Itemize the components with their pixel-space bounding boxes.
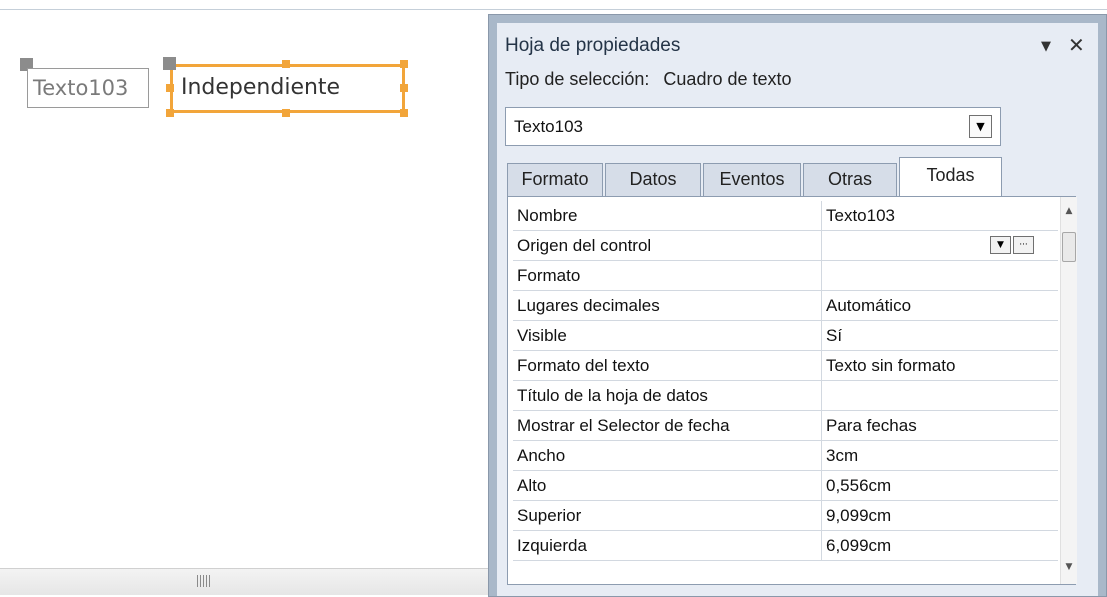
property-row[interactable]: Formato [513, 261, 1058, 291]
property-name[interactable]: Nombre [513, 201, 822, 230]
property-name[interactable]: Formato [513, 261, 822, 290]
property-row[interactable]: Origen del control ▼ ··· [513, 231, 1058, 261]
property-value[interactable]: 6,099cm [822, 531, 1058, 560]
resize-handle-middle-left[interactable] [166, 84, 174, 92]
resize-handle-bottom-left[interactable] [166, 109, 174, 117]
property-sheet-body: Hoja de propiedades ▼ ✕ Tipo de selecció… [497, 23, 1098, 596]
property-value[interactable]: 0,556cm [822, 471, 1058, 500]
object-selector-value: Texto103 [514, 117, 583, 136]
property-grid: Nombre Texto103 Origen del control ▼ ···… [513, 201, 1058, 581]
tab-otras[interactable]: Otras [803, 163, 897, 196]
textbox-move-handle[interactable] [163, 57, 176, 70]
scroll-up-arrow-icon[interactable]: ▲ [1061, 203, 1077, 219]
selection-type-value: Cuadro de texto [663, 69, 792, 89]
property-value[interactable]: 9,099cm [822, 501, 1058, 530]
property-value[interactable]: Para fechas [822, 411, 1058, 440]
selection-type-label: Tipo de selección: [505, 69, 650, 89]
property-row[interactable]: Visible Sí [513, 321, 1058, 351]
property-value[interactable]: Texto sin formato [822, 351, 1058, 380]
property-value[interactable] [822, 261, 1058, 290]
selection-type-line: Tipo de selección: Cuadro de texto [505, 69, 792, 90]
tab-todas[interactable]: Todas [899, 157, 1002, 197]
property-name[interactable]: Visible [513, 321, 822, 350]
resize-handle-bottom-middle[interactable] [282, 109, 290, 117]
object-selector-combo[interactable]: Texto103 ▼ [505, 107, 1001, 146]
dropdown-arrow-icon[interactable]: ▼ [990, 236, 1011, 254]
property-value[interactable] [822, 381, 1058, 410]
property-sheet-title: Hoja de propiedades [505, 35, 681, 56]
property-tabs: Formato Datos Eventos Otras Todas [507, 157, 1067, 197]
property-row[interactable]: Mostrar el Selector de fecha Para fechas [513, 411, 1058, 441]
property-name[interactable]: Título de la hoja de datos [513, 381, 822, 410]
property-name[interactable]: Ancho [513, 441, 822, 470]
scroll-down-arrow-icon[interactable]: ▼ [1061, 559, 1077, 575]
property-grid-frame: Nombre Texto103 Origen del control ▼ ···… [507, 196, 1077, 585]
property-name[interactable]: Lugares decimales [513, 291, 822, 320]
chevron-down-icon[interactable]: ▼ [969, 115, 992, 138]
property-name[interactable]: Izquierda [513, 531, 822, 560]
property-name[interactable]: Alto [513, 471, 822, 500]
resize-handle-bottom-right[interactable] [400, 109, 408, 117]
property-value[interactable]: Texto103 [822, 201, 1058, 230]
property-row[interactable]: Superior 9,099cm [513, 501, 1058, 531]
resize-handle-top-right[interactable] [400, 60, 408, 68]
label-control[interactable]: Texto103 [27, 68, 149, 108]
property-value[interactable]: Automático [822, 291, 1058, 320]
textbox-control-selected[interactable]: Independiente [170, 64, 405, 113]
property-name[interactable]: Origen del control [513, 231, 822, 260]
builder-ellipsis-icon[interactable]: ··· [1013, 236, 1034, 254]
pane-menu-arrow-icon[interactable]: ▼ [1041, 39, 1051, 54]
property-row[interactable]: Lugares decimales Automático [513, 291, 1058, 321]
vertical-scrollbar[interactable]: ▲ ▼ [1060, 197, 1077, 584]
property-name[interactable]: Formato del texto [513, 351, 822, 380]
property-row[interactable]: Alto 0,556cm [513, 471, 1058, 501]
property-value[interactable]: Sí [822, 321, 1058, 350]
tab-eventos[interactable]: Eventos [703, 163, 801, 196]
tab-formato[interactable]: Formato [507, 163, 603, 196]
resize-handle-top-middle[interactable] [282, 60, 290, 68]
property-row[interactable]: Izquierda 6,099cm [513, 531, 1058, 561]
horizontal-scrollbar[interactable] [0, 568, 488, 595]
surface-top-border [0, 9, 1107, 10]
property-row[interactable]: Nombre Texto103 [513, 201, 1058, 231]
scrollbar-grip-icon[interactable] [197, 575, 211, 587]
resize-handle-middle-right[interactable] [400, 84, 408, 92]
property-name[interactable]: Superior [513, 501, 822, 530]
property-row[interactable]: Título de la hoja de datos [513, 381, 1058, 411]
close-icon[interactable]: ✕ [1068, 33, 1085, 57]
scrollbar-thumb[interactable] [1062, 232, 1076, 262]
property-row[interactable]: Ancho 3cm [513, 441, 1058, 471]
tab-datos[interactable]: Datos [605, 163, 701, 196]
property-row[interactable]: Formato del texto Texto sin formato [513, 351, 1058, 381]
property-value[interactable]: 3cm [822, 441, 1058, 470]
property-name[interactable]: Mostrar el Selector de fecha [513, 411, 822, 440]
property-sheet-pane: Hoja de propiedades ▼ ✕ Tipo de selecció… [488, 14, 1107, 597]
